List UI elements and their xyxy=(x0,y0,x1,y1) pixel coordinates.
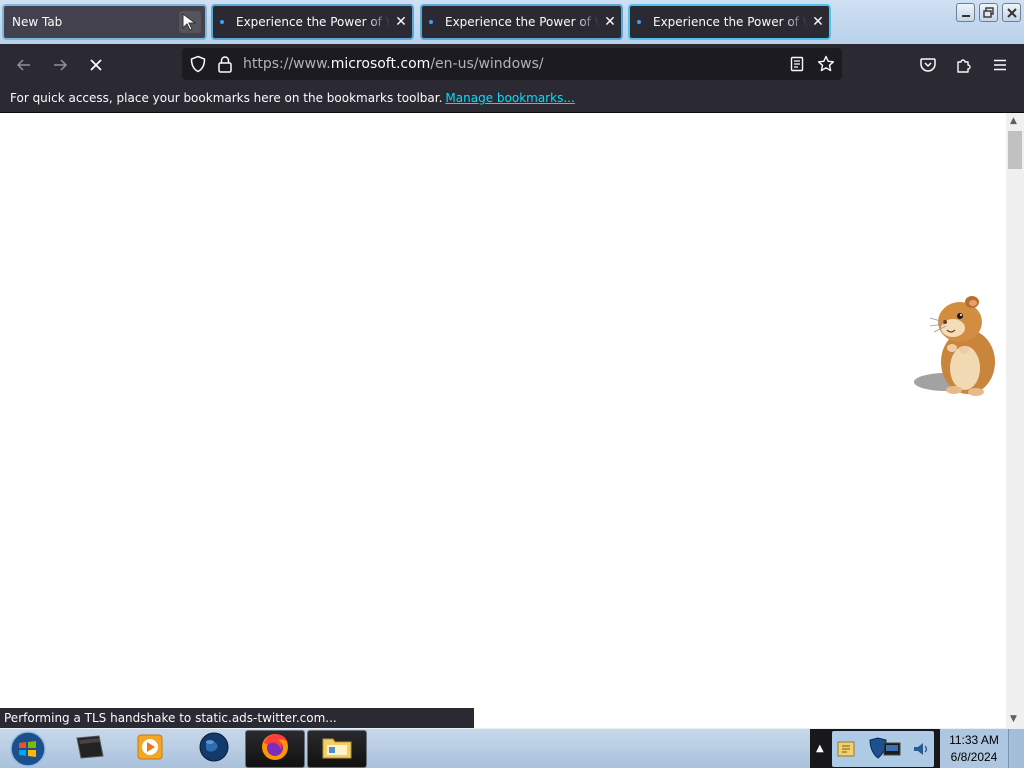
tab-strip: New Tab Experience the Power of Windows … xyxy=(0,0,1024,44)
tray-overflow-arrow-icon[interactable]: ▲ xyxy=(816,743,824,754)
globe-icon xyxy=(198,731,230,767)
file-explorer-icon xyxy=(321,733,353,765)
tab-windows-1[interactable]: Experience the Power of Windows 11 ✕ xyxy=(211,4,414,40)
network-shield-icon[interactable] xyxy=(866,737,904,765)
status-bar: Performing a TLS handshake to static.ads… xyxy=(0,708,474,728)
navigation-toolbar: https://www.microsoft.com/en-us/windows/ xyxy=(0,44,1024,85)
forward-button[interactable] xyxy=(47,52,73,78)
url-prefix: https://www. xyxy=(243,56,331,72)
media-player-icon xyxy=(135,732,165,766)
stop-loading-button[interactable] xyxy=(83,52,109,78)
bookmark-star-icon[interactable] xyxy=(817,55,835,77)
system-clock[interactable]: 11:33 AM 6/8/2024 xyxy=(940,729,1008,768)
taskbar-globe[interactable] xyxy=(184,730,244,768)
show-desktop-button[interactable] xyxy=(1008,729,1024,768)
tab-close-icon[interactable]: ✕ xyxy=(599,14,621,30)
hamster-desktop-pet[interactable] xyxy=(910,292,1002,406)
taskbar: ▲ 11:33 AM 6/8/2024 xyxy=(0,728,1024,768)
tab-new-tab[interactable]: New Tab xyxy=(2,4,207,40)
tab-close-icon[interactable]: ✕ xyxy=(390,14,412,30)
tab-close-icon[interactable]: ✕ xyxy=(807,14,829,30)
extensions-puzzle-icon[interactable] xyxy=(951,52,977,78)
volume-speaker-icon[interactable] xyxy=(912,741,930,761)
firefox-icon xyxy=(259,731,291,767)
start-button[interactable] xyxy=(4,730,48,768)
reader-view-icon[interactable] xyxy=(789,56,805,76)
pocket-button[interactable] xyxy=(915,52,941,78)
tab-title: Experience the Power of Windows 11 xyxy=(653,15,807,29)
system-tray: ▲ xyxy=(810,729,940,768)
clock-time: 11:33 AM xyxy=(949,733,999,747)
restore-button[interactable] xyxy=(979,3,998,22)
hamburger-menu-icon[interactable] xyxy=(987,52,1013,78)
terminal-icon xyxy=(73,732,107,766)
bookmarks-toolbar-message: For quick access, place your bookmarks h… xyxy=(10,91,443,105)
scroll-up-arrow-icon[interactable]: ▲ xyxy=(1010,116,1017,126)
manage-bookmarks-link[interactable]: Manage bookmarks... xyxy=(445,91,574,105)
tab-title: Experience the Power of Windows 11 xyxy=(445,15,599,29)
action-center-flag-icon[interactable] xyxy=(836,738,858,764)
taskbar-media-player[interactable] xyxy=(120,730,180,768)
url-path: /en-us/windows/ xyxy=(430,56,544,72)
taskbar-firefox[interactable] xyxy=(245,730,305,768)
scrollbar-thumb[interactable] xyxy=(1008,131,1022,169)
taskbar-terminal[interactable] xyxy=(60,730,120,768)
tab-windows-3[interactable]: Experience the Power of Windows 11 ✕ xyxy=(628,4,831,40)
url-domain: microsoft.com xyxy=(330,56,431,72)
vertical-scrollbar[interactable]: ▲ ▼ xyxy=(1006,113,1024,728)
lock-icon[interactable] xyxy=(217,55,233,77)
bookmarks-toolbar: For quick access, place your bookmarks h… xyxy=(0,85,1024,113)
loading-indicator-icon xyxy=(429,20,433,24)
loading-indicator-icon xyxy=(637,20,641,24)
clock-date: 6/8/2024 xyxy=(950,750,998,764)
tab-windows-2[interactable]: Experience the Power of Windows 11 ✕ xyxy=(420,4,623,40)
list-all-tabs-icon[interactable]: ⌄ xyxy=(886,13,898,29)
page-content-area xyxy=(0,113,1006,728)
mouse-pointer-icon xyxy=(179,11,201,33)
back-button[interactable] xyxy=(11,52,37,78)
tracking-protection-shield-icon[interactable] xyxy=(189,55,207,77)
loading-indicator-icon xyxy=(220,20,224,24)
minimize-button[interactable] xyxy=(956,3,975,22)
tab-title: Experience the Power of Windows 11 xyxy=(236,15,390,29)
taskbar-file-explorer[interactable] xyxy=(307,730,367,768)
url-text[interactable]: https://www.microsoft.com/en-us/windows/ xyxy=(243,56,544,72)
tab-title: New Tab xyxy=(12,15,63,29)
tray-icons-area xyxy=(832,731,934,767)
address-bar[interactable]: https://www.microsoft.com/en-us/windows/ xyxy=(182,48,842,80)
close-window-button[interactable] xyxy=(1002,3,1021,22)
scroll-down-arrow-icon[interactable]: ▼ xyxy=(1010,714,1017,724)
